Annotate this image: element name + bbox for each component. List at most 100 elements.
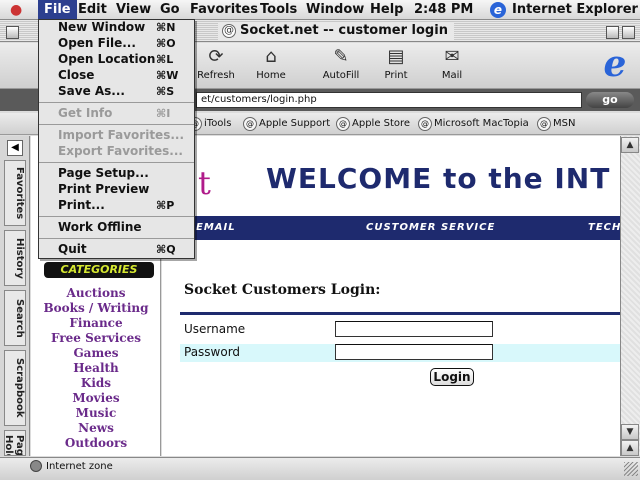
window-title: Socket.net -- customer login xyxy=(218,22,454,40)
window-zoom-button[interactable] xyxy=(606,26,619,39)
favorite-link-apple-support[interactable]: Apple Support xyxy=(243,117,330,131)
username-label: Username xyxy=(184,322,246,336)
home-icon: ⌂ xyxy=(265,46,277,67)
menu-separator xyxy=(39,216,194,217)
menu-separator xyxy=(39,124,194,125)
favorite-link-microsoft-mactopia[interactable]: Microsoft MacTopia xyxy=(418,117,529,131)
category-link-auctions[interactable]: Auctions xyxy=(31,286,161,300)
menu-item-work-offline[interactable]: Work Offline xyxy=(58,220,142,234)
menu-item-print[interactable]: Print... xyxy=(58,198,105,212)
shortcut-open-file: ⌘O xyxy=(156,37,176,50)
shortcut-get-info: ⌘I xyxy=(156,107,171,120)
scroll-up-arrow-bottom-icon[interactable]: ▲ xyxy=(621,440,639,456)
category-link-news[interactable]: News xyxy=(31,421,161,435)
category-link-finance[interactable]: Finance xyxy=(31,316,161,330)
internet-explorer-logo-icon: e xyxy=(603,43,627,85)
autofill-button[interactable]: ✎ AutoFill xyxy=(315,46,367,81)
shortcut-close: ⌘W xyxy=(156,69,179,82)
tab-history[interactable]: History xyxy=(4,230,26,286)
menu-item-close[interactable]: Close xyxy=(58,68,94,82)
application-menu-icon[interactable]: e xyxy=(490,2,506,18)
menu-separator xyxy=(39,102,194,103)
menu-item-get-info: Get Info xyxy=(58,106,113,120)
favorite-link-apple-store[interactable]: Apple Store xyxy=(336,117,410,131)
menu-item-page-setup[interactable]: Page Setup... xyxy=(58,166,149,180)
autofill-icon: ✎ xyxy=(333,46,349,67)
address-input[interactable]: et/customers/login.php xyxy=(196,92,582,108)
page-proxy-icon[interactable]: @ xyxy=(222,24,236,38)
mail-button[interactable]: ✉ Mail xyxy=(426,46,478,81)
application-menu-label[interactable]: Internet Explorer xyxy=(512,0,638,20)
password-field[interactable] xyxy=(335,344,493,360)
print-label: Print xyxy=(384,70,408,81)
login-button[interactable]: Login xyxy=(430,368,474,386)
mail-icon: ✉ xyxy=(444,46,460,67)
login-heading: Socket Customers Login: xyxy=(184,282,381,298)
category-link-music[interactable]: Music xyxy=(31,406,161,420)
status-zone-text: Internet zone xyxy=(46,461,113,472)
window-close-button[interactable] xyxy=(6,26,19,39)
autofill-label: AutoFill xyxy=(322,70,360,81)
username-field[interactable] xyxy=(335,321,493,337)
favorite-link-msn[interactable]: MSN xyxy=(537,117,575,131)
menu-item-export-favorites: Export Favorites... xyxy=(58,144,183,158)
menu-help[interactable]: Help xyxy=(364,0,409,20)
category-link-free-services[interactable]: Free Services xyxy=(31,331,161,345)
menu-item-quit[interactable]: Quit xyxy=(58,242,87,256)
resize-grip-icon[interactable] xyxy=(624,462,638,476)
tab-search[interactable]: Search xyxy=(4,290,26,346)
menu-item-new-window[interactable]: New Window xyxy=(58,20,145,34)
explorer-bar-toggle-icon[interactable]: ◀ xyxy=(7,140,23,156)
menu-separator xyxy=(39,162,194,163)
tab-page-holder[interactable]: Page Holder xyxy=(4,430,26,456)
shortcut-save-as: ⌘S xyxy=(156,85,175,98)
vertical-scrollbar[interactable] xyxy=(620,136,640,456)
nav-link-tech[interactable]: TECH xyxy=(588,222,621,233)
menu-clock[interactable]: 2:48 PM xyxy=(414,0,473,20)
category-link-outdoors[interactable]: Outdoors xyxy=(31,436,161,450)
window-collapse-button[interactable] xyxy=(622,26,635,39)
go-label: go xyxy=(602,93,618,106)
menu-favorites[interactable]: Favorites xyxy=(184,0,264,20)
home-label: Home xyxy=(256,70,286,81)
menu-edit[interactable]: Edit xyxy=(72,0,113,20)
tab-favorites[interactable]: Favorites xyxy=(4,160,26,226)
printer-icon: ▤ xyxy=(387,46,405,67)
categories-logo: CATEGORIES xyxy=(44,262,154,278)
menu-window[interactable]: Window xyxy=(300,0,370,20)
menu-view[interactable]: View xyxy=(110,0,157,20)
tab-scrapbook[interactable]: Scrapbook xyxy=(4,350,26,426)
password-label: Password xyxy=(184,345,241,359)
category-link-games[interactable]: Games xyxy=(31,346,161,360)
mail-label: Mail xyxy=(441,70,463,81)
menu-item-print-preview[interactable]: Print Preview xyxy=(58,182,149,196)
menu-item-open-location[interactable]: Open Location xyxy=(58,52,155,66)
category-link-health[interactable]: Health xyxy=(31,361,161,375)
go-button[interactable]: go xyxy=(586,92,634,108)
zone-globe-icon xyxy=(30,460,42,472)
login-divider xyxy=(180,312,620,315)
shortcut-new-window: ⌘N xyxy=(156,21,176,34)
refresh-label: Refresh xyxy=(197,70,235,81)
category-link-kids[interactable]: Kids xyxy=(31,376,161,390)
category-link-books-writing[interactable]: Books / Writing xyxy=(31,301,161,315)
menu-item-save-as[interactable]: Save As... xyxy=(58,84,125,98)
print-button[interactable]: ▤ Print xyxy=(370,46,422,81)
nav-link-customer-service[interactable]: CUSTOMER SERVICE xyxy=(366,222,495,233)
shortcut-quit: ⌘Q xyxy=(156,243,176,256)
site-logo-fragment: t xyxy=(198,164,211,202)
nav-link-email[interactable]: EMAIL xyxy=(196,222,236,233)
scroll-down-arrow-icon[interactable]: ▼ xyxy=(621,424,639,440)
scroll-up-arrow-icon[interactable]: ▲ xyxy=(621,137,639,153)
menu-tools[interactable]: Tools xyxy=(254,0,303,20)
menu-file[interactable]: File xyxy=(38,0,77,20)
menu-go[interactable]: Go xyxy=(154,0,186,20)
menu-item-open-file[interactable]: Open File... xyxy=(58,36,136,50)
apple-menu-icon[interactable]: ● xyxy=(10,2,26,18)
refresh-button[interactable]: ⟳ Refresh xyxy=(190,46,242,81)
shortcut-open-location: ⌘L xyxy=(156,53,174,66)
home-button[interactable]: ⌂ Home xyxy=(245,46,297,81)
welcome-banner: WELCOME to the INT xyxy=(266,162,611,195)
shortcut-print: ⌘P xyxy=(156,199,175,212)
category-link-movies[interactable]: Movies xyxy=(31,391,161,405)
